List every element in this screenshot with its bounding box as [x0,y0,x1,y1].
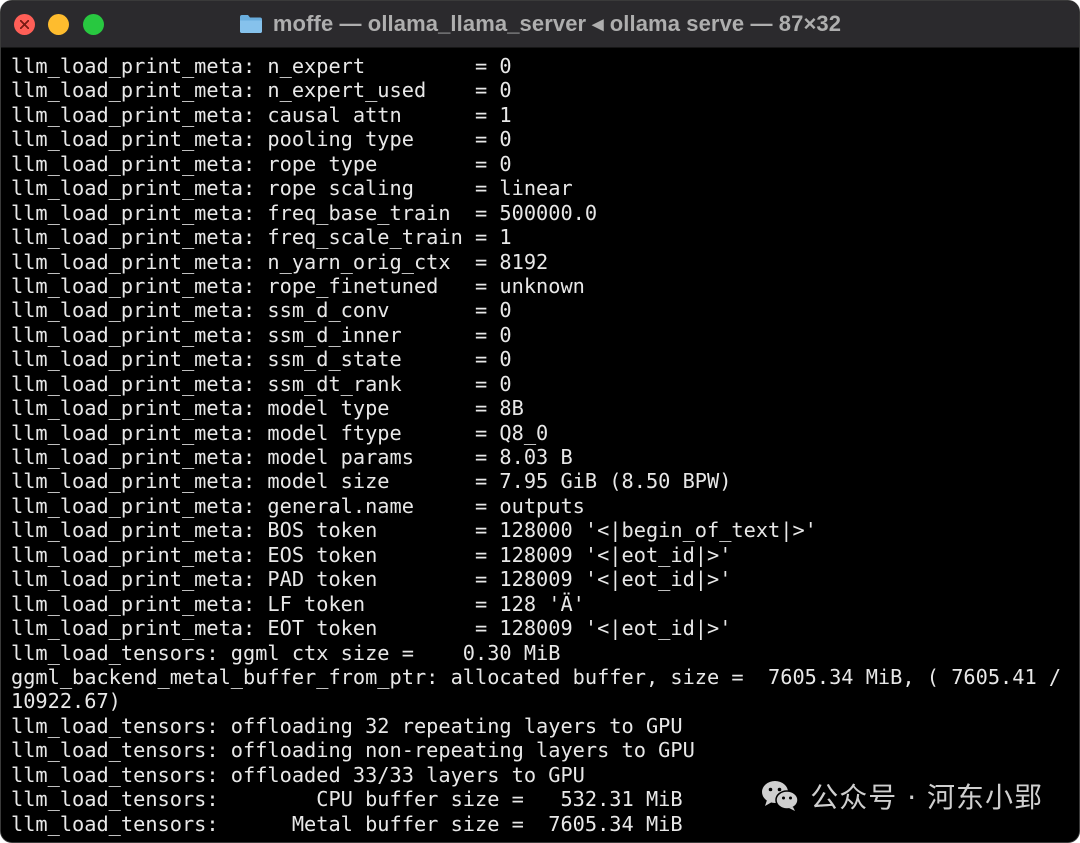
terminal-line: llm_load_print_meta: rope scaling = line… [11,176,573,201]
terminal-line: llm_load_print_meta: rope type = 0 [11,151,512,176]
terminal-window: moffe — ollama_llama_server ◂ ollama ser… [0,0,1080,843]
terminal-line: llm_load_print_meta: ssm_dt_rank = 0 [11,371,512,396]
terminal-line: llm_load_print_meta: freq_scale_train = … [11,225,512,250]
watermark: 公众号 · 河东小郢 [760,776,1043,816]
terminal-line: llm_load_print_meta: general.name = outp… [11,493,585,518]
terminal-line: llm_load_print_meta: freq_base_train = 5… [11,200,598,225]
title-area: moffe — ollama_llama_server ◂ ollama ser… [1,1,1079,47]
terminal-line: llm_load_tensors: ggml ctx size = 0.30 M… [11,640,561,665]
terminal-line: llm_load_print_meta: n_expert = 0 [11,54,512,78]
terminal-line: llm_load_print_meta: model size = 7.95 G… [11,469,732,494]
terminal-line: llm_load_print_meta: pooling type = 0 [11,127,512,152]
terminal-line: llm_load_print_meta: model type = 8B [11,396,524,421]
terminal-line: llm_load_tensors: offloading non-repeati… [11,738,695,763]
terminal-line: llm_load_print_meta: EOS token = 128009 … [11,542,732,567]
terminal-line: llm_load_print_meta: n_expert_used = 0 [11,78,512,103]
wechat-icon [762,781,800,811]
terminal-line: llm_load_tensors: offloading 32 repeatin… [11,713,683,738]
terminal-line: llm_load_print_meta: model ftype = Q8_0 [11,420,549,445]
terminal-line: llm_load_print_meta: LF token = 128 'Ä' [11,591,585,616]
folder-icon [239,14,263,34]
terminal-line: llm_load_print_meta: PAD token = 128009 … [11,567,732,592]
terminal-line: llm_load_print_meta: n_yarn_orig_ctx = 8… [11,249,549,274]
terminal-line: 10922.67) [11,689,121,714]
terminal-line: llm_load_print_meta: causal attn = 1 [11,102,512,127]
title-bar[interactable]: moffe — ollama_llama_server ◂ ollama ser… [1,1,1079,48]
terminal-line: llm_load_print_meta: ssm_d_conv = 0 [11,298,512,323]
watermark-text: 公众号 · 河东小郢 [810,781,1043,814]
terminal-line: ggml_backend_metal_buffer_from_ptr: allo… [11,664,1062,689]
terminal-line: llm_load_print_meta: model params = 8.03… [11,445,573,469]
terminal-line: llm_load_print_meta: rope_finetuned = un… [11,273,585,298]
terminal-output[interactable]: llm_load_print_meta: n_expert = 0 llm_lo… [1,48,1079,842]
terminal-line: llm_load_print_meta: ssm_d_inner = 0 [11,322,512,347]
terminal-line: llm_load_print_meta: ssm_d_state = 0 [11,347,512,372]
terminal-line: llm_load_print_meta: EOT token = 128009 … [11,616,732,641]
terminal-line: llm_load_print_meta: BOS token = 128000 … [11,518,817,543]
window-title: moffe — ollama_llama_server ◂ ollama ser… [272,11,842,36]
